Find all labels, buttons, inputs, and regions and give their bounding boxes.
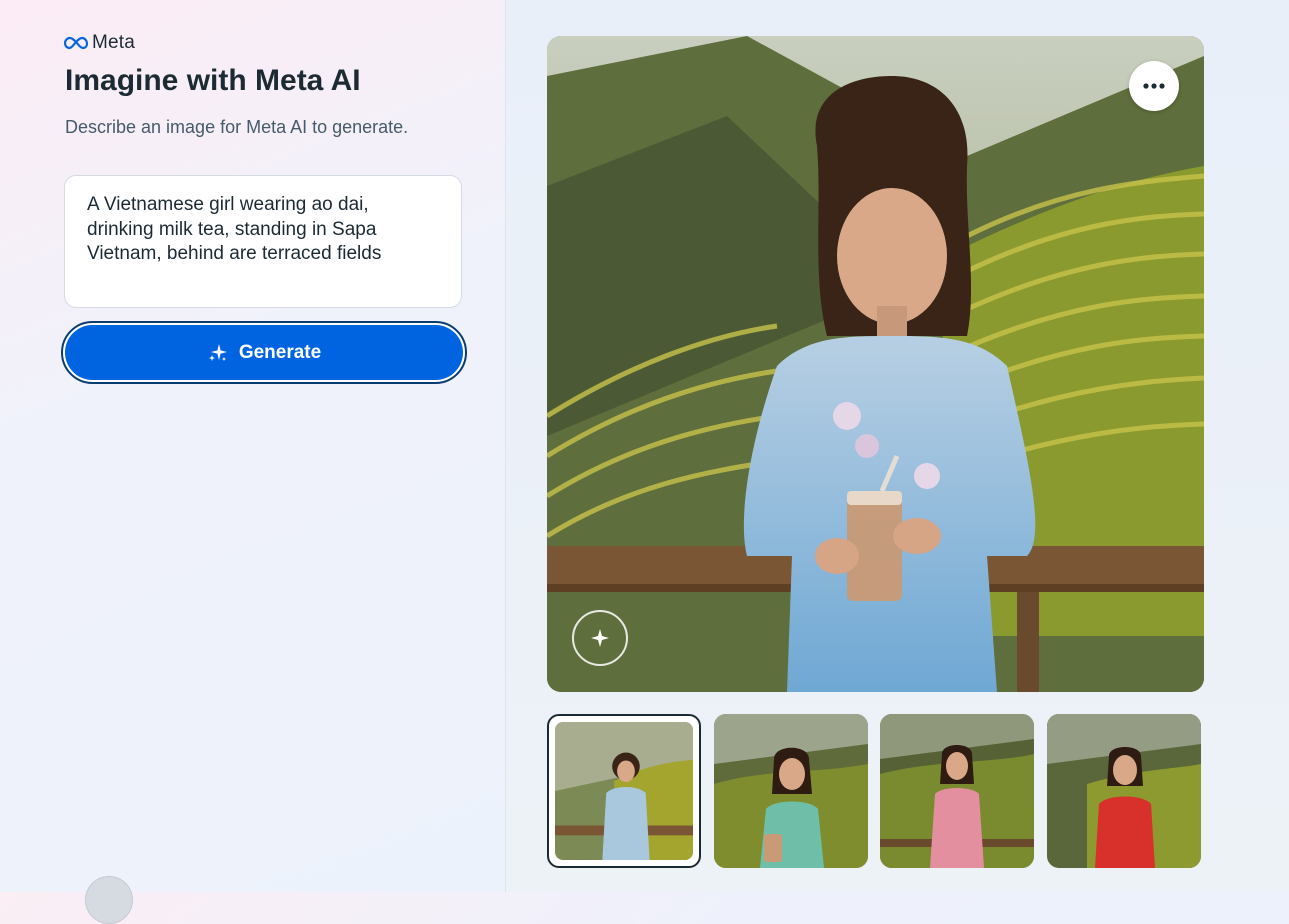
left-panel: Meta Imagine with Meta AI Describe an im… <box>0 0 506 924</box>
thumbnail-4[interactable] <box>1047 714 1201 868</box>
avatar[interactable] <box>85 876 133 924</box>
generated-image[interactable] <box>547 36 1204 692</box>
thumbnail-1[interactable] <box>547 714 701 868</box>
page-subtitle: Describe an image for Meta AI to generat… <box>65 117 409 137</box>
thumbnail-artwork <box>555 722 693 860</box>
thumbnail-2[interactable] <box>714 714 868 868</box>
prompt-input[interactable]: A Vietnamese girl wearing ao dai, drinki… <box>65 176 461 307</box>
brand-name: Meta <box>92 32 136 53</box>
prompt-box: A Vietnamese girl wearing ao dai, drinki… <box>64 175 462 308</box>
more-horizontal-icon <box>1143 83 1165 89</box>
watermark-icon <box>591 629 609 647</box>
thumbnail-artwork <box>714 714 868 868</box>
thumbnail-image <box>714 714 868 868</box>
thumbnail-artwork <box>1047 714 1201 868</box>
generate-button-fill: Generate <box>65 325 463 380</box>
thumbnail-3[interactable] <box>880 714 1034 868</box>
generate-button[interactable]: Generate <box>61 321 467 384</box>
generate-button-label: Generate <box>238 341 322 363</box>
sparkle-icon <box>208 343 227 361</box>
thumbnail-artwork <box>880 714 1034 868</box>
meta-brand: Meta <box>64 32 135 54</box>
page-title: Imagine with Meta AI <box>65 64 361 97</box>
thumbnail-image <box>880 714 1034 868</box>
more-options-button[interactable] <box>1129 61 1179 111</box>
thumbnail-image <box>1047 714 1201 868</box>
generated-image-artwork <box>547 36 1204 692</box>
meta-infinity-logo-icon <box>64 36 88 50</box>
thumbnail-image <box>555 722 693 860</box>
imagined-with-ai-watermark <box>572 610 628 666</box>
